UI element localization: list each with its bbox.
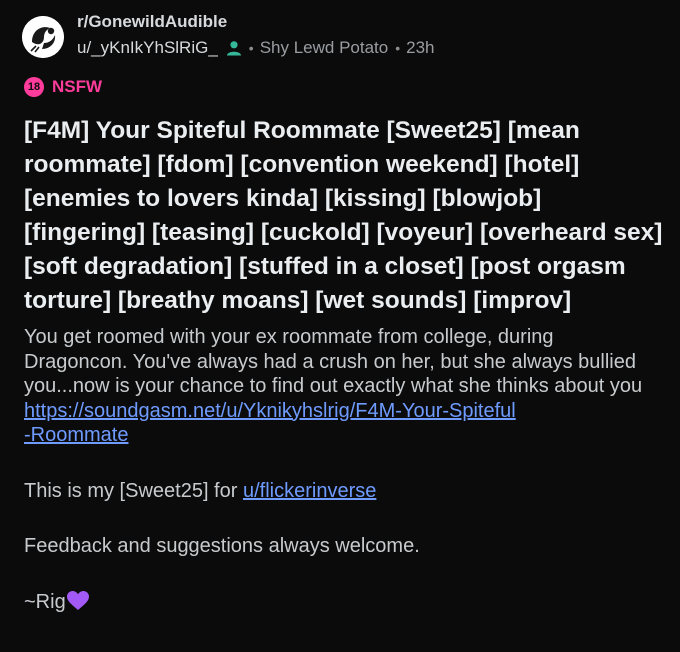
body-text: You get roomed with your ex roommate fro… [24, 326, 643, 397]
subreddit-avatar-icon[interactable] [22, 16, 64, 58]
post-time: 23h [406, 38, 435, 57]
post-title: [F4M] Your Spiteful Roommate [Sweet25] [… [24, 117, 663, 314]
body-paragraph: You get roomed with your ex roommate fro… [24, 325, 654, 448]
separator-dot: • [395, 40, 401, 56]
person-icon [226, 40, 242, 56]
body-text: This is my [Sweet25] for [24, 479, 243, 502]
post-body: You get roomed with your ex roommate fro… [24, 325, 654, 614]
nsfw-badge-icon: 18 [24, 77, 44, 97]
body-paragraph: Feedback and suggestions always welcome. [24, 535, 420, 557]
separator-dot: • [248, 40, 254, 56]
signature: ~Rig [24, 590, 654, 615]
link-text: https://soundgasm.net/u/Yknikyhslrig/F4M… [24, 399, 516, 422]
subreddit-name[interactable]: r/GonewildAudible [77, 12, 227, 32]
link-text: -Roommate [24, 424, 129, 446]
nsfw-tag: 18 NSFW [24, 77, 102, 97]
body-paragraph: This is my [Sweet25] for u/flickerinvers… [24, 479, 654, 504]
author-username[interactable]: u/_yKnIkYhSlRiG_ [77, 38, 218, 58]
nsfw-label: NSFW [52, 77, 103, 96]
user-flair: Shy Lewd Potato [259, 38, 389, 57]
signature-text: ~Rig [24, 590, 66, 613]
soundgasm-link[interactable]: https://soundgasm.net/u/Yknikyhslrig/F4M… [24, 400, 516, 447]
post-meta: u/_yKnIkYhSlRiG_ • Shy Lewd Potato • 23h [77, 38, 435, 58]
purple-heart-icon [66, 590, 89, 611]
user-mention-link[interactable]: u/flickerinverse [243, 480, 376, 502]
